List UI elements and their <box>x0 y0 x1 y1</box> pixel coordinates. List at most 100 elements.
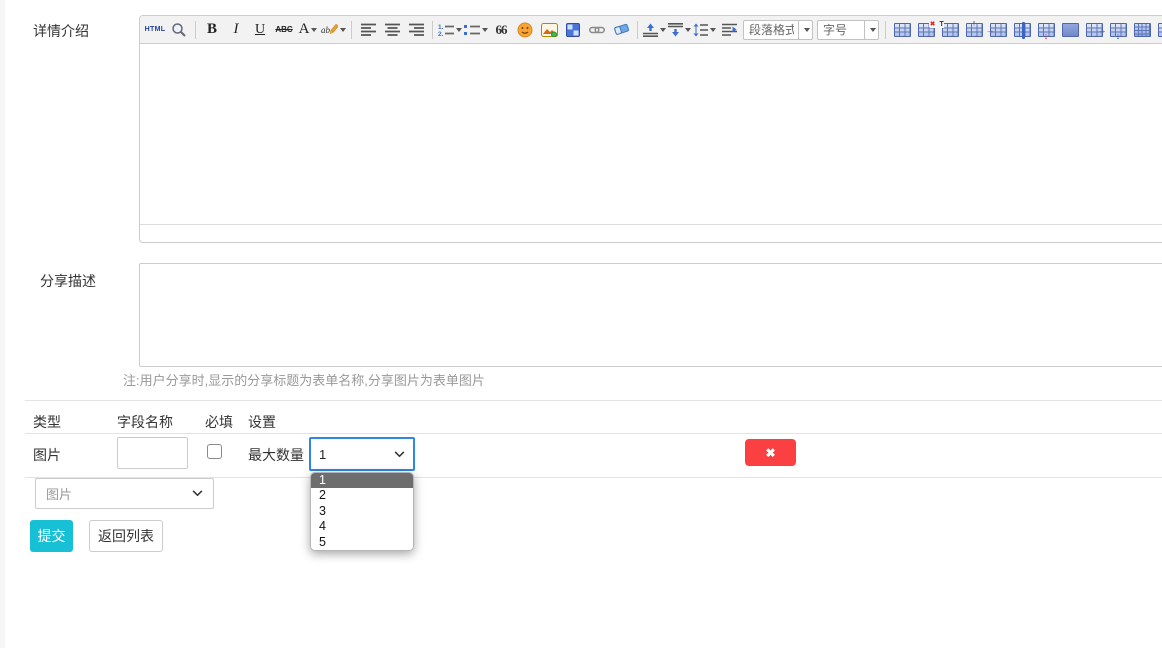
detail-intro-label: 详情介绍 <box>33 21 89 41</box>
split-cell-button[interactable]: ↓ <box>1034 18 1058 42</box>
page-left-edge <box>0 0 5 648</box>
delete-table-icon: ✖ <box>918 23 935 37</box>
table-props-icon: T <box>942 23 959 37</box>
toolbar-separator <box>432 21 433 39</box>
hilitecolor-button[interactable]: ab <box>320 18 347 42</box>
bold-button[interactable]: B <box>200 18 224 42</box>
col-insert-left-icon <box>1014 23 1031 37</box>
chevron-down-icon <box>311 28 317 32</box>
align-left-button[interactable] <box>356 18 380 42</box>
dropdown-option-1[interactable]: 1 <box>311 473 413 488</box>
max-count-dropdown: 12345 <box>310 472 414 551</box>
insert-image-button[interactable] <box>537 18 561 42</box>
merge-cell-right-icon: → <box>990 23 1007 37</box>
field-name-input[interactable] <box>117 437 188 469</box>
chevron-down-icon <box>192 490 203 497</box>
rich-text-editor: HTMLBIUABCAab1.2.66段落格式字号✖T↑→↓→↓ <box>139 15 1162 243</box>
align-center-button[interactable] <box>380 18 404 42</box>
row-insert-above-button[interactable]: ↑ <box>962 18 986 42</box>
merge-cells-button[interactable] <box>1130 18 1154 42</box>
emoticon-button[interactable] <box>513 18 537 42</box>
share-desc-textarea[interactable] <box>139 263 1162 367</box>
indent-button[interactable] <box>717 18 741 42</box>
underline-icon: U <box>255 23 265 37</box>
editor-statusbar[interactable] <box>140 224 1162 242</box>
remove-format-button[interactable] <box>609 18 633 42</box>
unordered-list-button[interactable] <box>463 18 489 42</box>
insert-media-button[interactable] <box>561 18 585 42</box>
align-right-button[interactable] <box>404 18 428 42</box>
column-header-1: 类型 <box>33 412 61 432</box>
insert-link-icon <box>589 25 605 35</box>
row-insert-above-icon: ↑ <box>966 23 983 37</box>
chevron-down-icon <box>685 28 691 32</box>
col-insert-right-button[interactable]: → <box>1082 18 1106 42</box>
margin-top-button[interactable] <box>642 18 667 42</box>
table-header-border <box>25 433 1162 434</box>
delete-field-button[interactable]: ✖ <box>745 439 796 466</box>
field-type-select-value: 图片 <box>46 484 192 503</box>
preview-button[interactable] <box>167 18 191 42</box>
source-button[interactable]: HTML <box>143 18 167 42</box>
back-to-list-button[interactable]: 返回列表 <box>89 520 163 552</box>
chevron-down-icon <box>482 28 488 32</box>
row-insert-below-button[interactable]: ↓ <box>1106 18 1130 42</box>
merge-cell-right-button[interactable]: → <box>986 18 1010 42</box>
toolbar-separator <box>351 21 352 39</box>
max-count-select[interactable]: 1 <box>309 437 415 471</box>
strikethrough-icon: ABC <box>275 26 292 34</box>
blockquote-button[interactable]: 66 <box>489 18 513 42</box>
required-checkbox[interactable] <box>207 444 222 459</box>
insert-media-icon <box>566 23 580 37</box>
chevron-down-icon <box>710 28 716 32</box>
preview-icon <box>171 22 187 38</box>
italic-button[interactable]: I <box>224 18 248 42</box>
chevron-down-icon <box>394 451 405 458</box>
dropdown-option-3[interactable]: 3 <box>311 504 413 519</box>
field-type-select[interactable]: 图片 <box>35 478 214 509</box>
chevron-down-icon <box>864 21 878 39</box>
strikethrough-button[interactable]: ABC <box>272 18 296 42</box>
ordered-list-icon: 1.2. <box>438 23 454 37</box>
row-props-button[interactable] <box>1154 18 1162 42</box>
submit-button[interactable]: 提交 <box>30 520 73 552</box>
forecolor-button[interactable]: A <box>296 18 320 42</box>
insert-table-button[interactable] <box>890 18 914 42</box>
paragraph-format-select-value: 段落格式 <box>749 21 794 38</box>
delete-icon: ✖ <box>765 446 775 460</box>
underline-button[interactable]: U <box>248 18 272 42</box>
blockquote-icon: 66 <box>496 23 507 36</box>
emoticon-icon <box>517 22 533 38</box>
share-desc-label: 分享描述 <box>40 271 96 291</box>
dropdown-option-2[interactable]: 2 <box>311 488 413 503</box>
editor-body[interactable] <box>140 44 1162 224</box>
svg-text:2.: 2. <box>438 31 444 37</box>
toolbar-separator <box>195 21 196 39</box>
table-props-button[interactable]: T <box>938 18 962 42</box>
margin-bottom-button[interactable] <box>667 18 692 42</box>
align-left-icon <box>361 23 376 36</box>
insert-link-button[interactable] <box>585 18 609 42</box>
line-height-button[interactable] <box>692 18 717 42</box>
paragraph-format-select[interactable]: 段落格式 <box>743 20 813 40</box>
table-top-border <box>25 400 1162 401</box>
col-insert-left-button[interactable] <box>1010 18 1034 42</box>
margin-bottom-icon <box>668 23 683 37</box>
font-size-select[interactable]: 字号 <box>817 20 879 40</box>
delete-table-button[interactable]: ✖ <box>914 18 938 42</box>
insert-image-icon <box>541 23 558 37</box>
font-size-select-value: 字号 <box>823 21 860 38</box>
col-insert-right-icon: → <box>1086 23 1103 37</box>
toolbar-separator <box>885 21 886 39</box>
chevron-down-icon <box>660 28 666 32</box>
cell-props-button[interactable] <box>1058 18 1082 42</box>
margin-top-icon <box>643 23 658 37</box>
indent-icon <box>722 23 737 36</box>
split-cell-icon: ↓ <box>1038 23 1055 37</box>
dropdown-option-4[interactable]: 4 <box>311 519 413 534</box>
chevron-down-icon <box>456 28 462 32</box>
ordered-list-button[interactable]: 1.2. <box>437 18 463 42</box>
dropdown-option-5[interactable]: 5 <box>311 535 413 550</box>
svg-text:1.: 1. <box>438 24 444 31</box>
align-right-icon <box>409 23 424 36</box>
